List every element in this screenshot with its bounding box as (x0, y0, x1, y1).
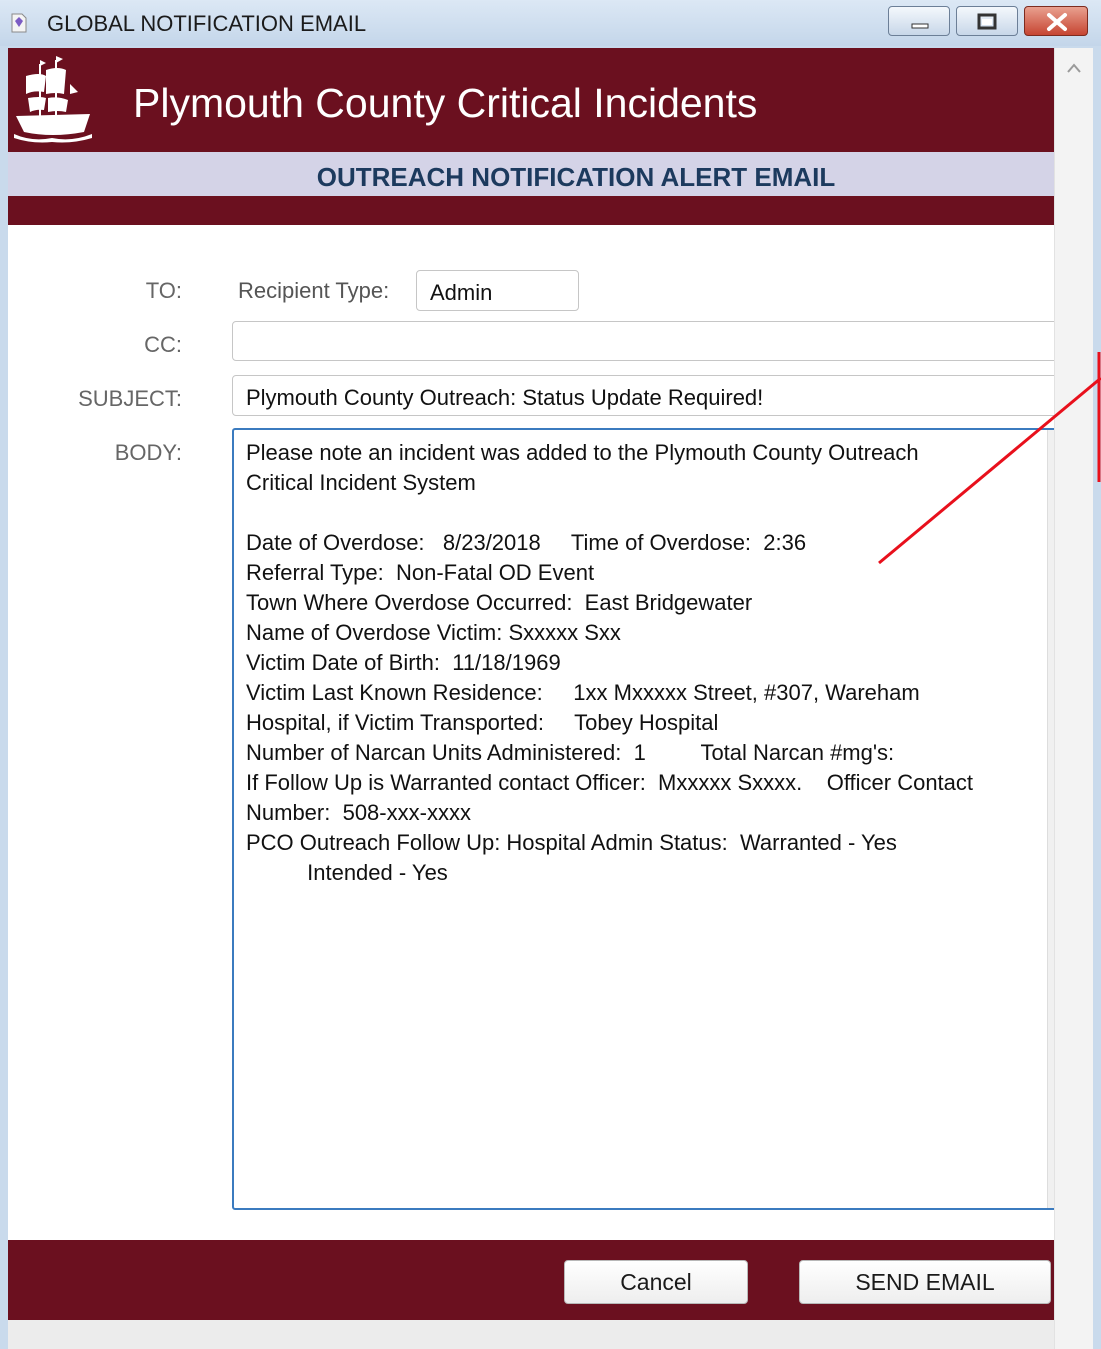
window-scrollbar[interactable] (1054, 48, 1093, 1349)
body-text: Please note an incident was added to the… (246, 440, 974, 885)
close-icon (1047, 13, 1067, 31)
minimize-button[interactable] (888, 6, 950, 36)
app-title: Plymouth County Critical Incidents (133, 80, 758, 126)
window-title: GLOBAL NOTIFICATION EMAIL (47, 11, 367, 36)
restore-icon (977, 13, 997, 30)
header-divider (8, 196, 1054, 225)
subject-input[interactable]: Plymouth County Outreach: Status Update … (232, 375, 1072, 416)
recipient-type-value: Admin (430, 280, 493, 305)
body-textarea[interactable]: Please note an incident was added to the… (232, 428, 1072, 1210)
form-subtitle: OUTREACH NOTIFICATION ALERT EMAIL (316, 162, 836, 192)
body-label: BODY: (114, 440, 182, 465)
maximize-button[interactable] (956, 6, 1018, 36)
chevron-up-icon[interactable] (1055, 52, 1093, 82)
send-email-button[interactable]: SEND EMAIL (799, 1260, 1051, 1304)
document-icon (11, 13, 27, 33)
cc-label: CC: (144, 332, 182, 357)
status-strip (8, 1320, 1054, 1349)
recipient-type-label: Recipient Type: (238, 278, 390, 303)
header-band: Plymouth County Critical Incidents (8, 48, 1054, 152)
minimize-icon (911, 23, 929, 29)
recipient-type-field[interactable]: Admin (416, 270, 579, 311)
title-bar[interactable]: GLOBAL NOTIFICATION EMAIL (0, 0, 1101, 46)
close-button[interactable] (1024, 6, 1088, 36)
client-area: Plymouth County Critical Incidents OUTRE… (8, 48, 1093, 1349)
subject-label: SUBJECT: (78, 386, 182, 411)
to-label: TO: (145, 278, 182, 303)
subtitle-band: OUTREACH NOTIFICATION ALERT EMAIL (8, 152, 1054, 196)
subject-value: Plymouth County Outreach: Status Update … (246, 385, 764, 410)
notification-window: GLOBAL NOTIFICATION EMAIL Plymouth Count… (0, 0, 1101, 1349)
cancel-button[interactable]: Cancel (564, 1260, 748, 1304)
ship-icon (14, 56, 92, 143)
cc-input[interactable] (232, 321, 1072, 361)
